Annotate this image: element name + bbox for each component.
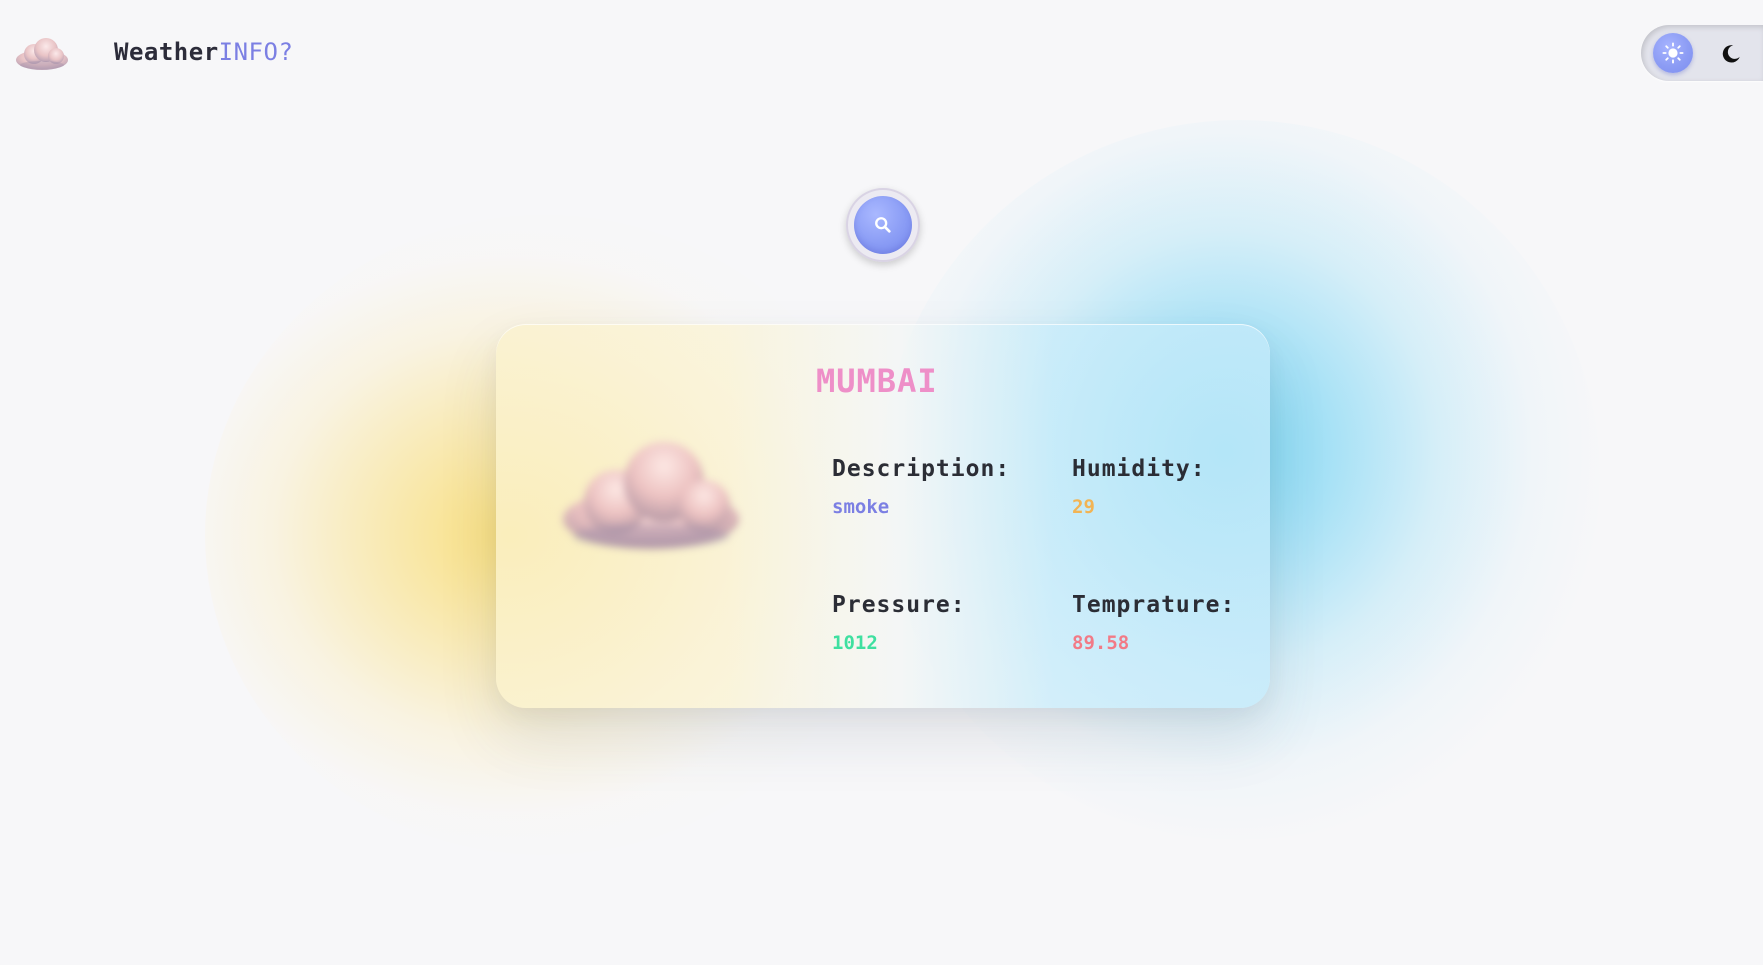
humidity-stat: Humidity: 29 [1072,456,1206,518]
temperature-label: Temprature: [1072,592,1236,618]
search-icon [875,217,891,233]
weather-cloud-icon [563,442,739,549]
brand-title: WeatherINFO? [114,38,293,66]
search-button-inner[interactable] [854,196,912,254]
page: WeatherINFO? MUMBAI Description: smoke H… [0,0,1763,965]
search-button[interactable] [846,188,920,262]
description-stat: Description: smoke [832,456,1010,518]
temperature-value: 89.58 [1072,632,1130,654]
pressure-stat: Pressure: 1012 [832,592,966,654]
temperature-stat: Temprature: 89.58 [1072,592,1235,654]
description-value: smoke [832,496,890,518]
weather-card: MUMBAI Description: smoke Humidity: 29 P… [496,324,1270,708]
cloud-icon [16,38,68,70]
moon-icon[interactable] [1720,43,1742,65]
description-label: Description: [832,456,1011,482]
pressure-label: Pressure: [832,592,966,618]
sun-icon [1662,42,1684,64]
brand-accent: INFO? [218,38,294,66]
theme-toggle[interactable] [1641,25,1763,81]
light-mode-button[interactable] [1653,33,1693,73]
humidity-label: Humidity: [1072,456,1206,482]
city-name: MUMBAI [816,362,938,400]
humidity-value: 29 [1072,496,1095,518]
pressure-value: 1012 [832,632,878,654]
brand-main: Weather [114,38,219,66]
